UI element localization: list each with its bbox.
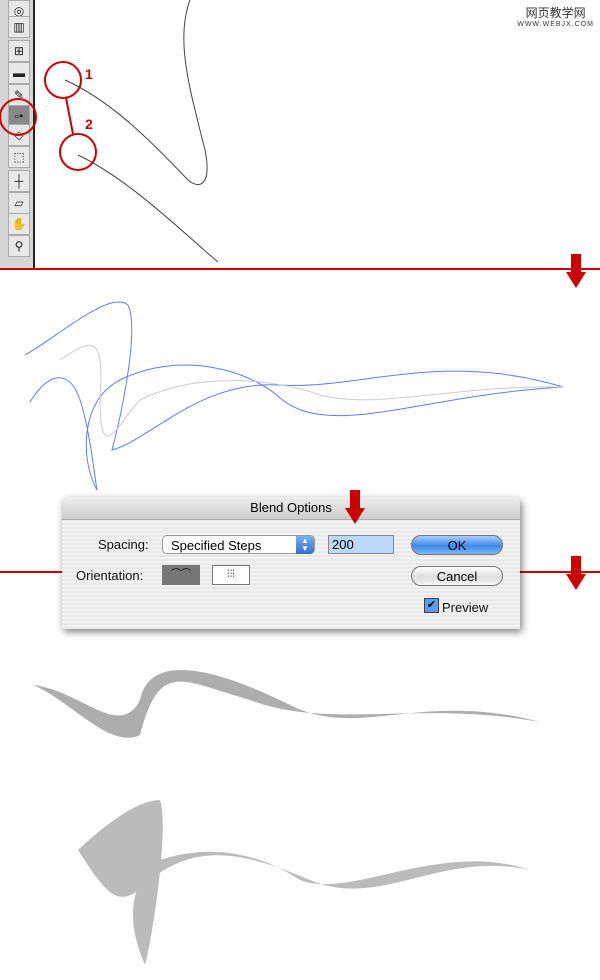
label-1: 1 [85,66,93,82]
annotation-circles [0,61,97,171]
label-2: 2 [85,116,93,132]
divider [0,268,600,270]
blend-result-1 [33,669,540,738]
down-arrow-icon [345,490,365,524]
blend-options-dialog: Blend Options Spacing: Specified Steps ▲… [62,497,520,629]
down-arrow-icon [566,254,586,288]
select-arrows-icon: ▲ ▼ [296,536,314,554]
align-to-page-button[interactable]: ⌒⌒ [162,565,200,585]
ok-button[interactable]: OK [411,535,503,555]
artwork [0,0,564,965]
orientation-label: Orientation: [76,568,144,583]
cancel-button[interactable]: Cancel [411,566,503,586]
down-arrow-icon [566,556,586,590]
preview-checkbox[interactable]: ✔ [424,598,439,613]
steps-input[interactable]: 200 [328,535,394,554]
step2-paths [24,301,564,491]
spacing-label: Spacing: [98,537,149,552]
dialog-title: Blend Options [62,497,520,520]
align-to-path-button[interactable]: ⫶⫶⫶ [212,565,250,585]
blend-result-2 [78,800,530,965]
spacing-select[interactable]: Specified Steps ▲ ▼ [162,535,315,554]
preview-label: Preview [442,600,489,615]
